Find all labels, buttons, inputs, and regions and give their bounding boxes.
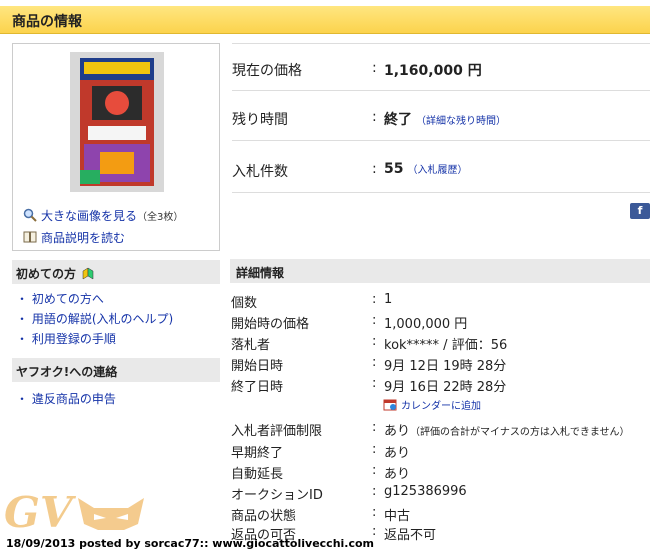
watermark-caption: 18/09/2013 posted by sorcac77:: www.gioc… (6, 537, 375, 550)
detail-label: 自動延長 (231, 467, 284, 482)
add-to-calendar-link[interactable]: カレンダーに追加 (383, 397, 481, 414)
bid-history-link[interactable]: （入札履歴） (407, 165, 467, 176)
time-label: 残り時間 (232, 112, 288, 128)
details-section-head: 詳細情報 (230, 259, 650, 283)
description-label: 商品説明を読む (41, 231, 126, 245)
time-value: 終了 (384, 112, 412, 128)
bids-label: 入札件数 (232, 164, 288, 180)
detail-value: g125386996 (384, 484, 467, 499)
beginner-section-head: 初めての方 (12, 260, 220, 284)
detail-value: 1 (384, 292, 393, 307)
price-label: 現在の価格 (232, 63, 302, 79)
detail-label: オークションID (231, 488, 323, 503)
section-header-bar: 商品の情報 (0, 6, 650, 34)
sidebar-item-label: 利用登録の手順 (31, 332, 116, 346)
price-value: 1,160,000 円 (384, 63, 482, 79)
read-description-link[interactable]: 商品説明を読む (23, 229, 125, 246)
sidebar-item-registration[interactable]: ・ 利用登録の手順 (16, 330, 116, 347)
current-price-row: 現在の価格 : 1,160,000 円 (232, 43, 650, 91)
detail-value: 中古 (384, 509, 411, 524)
contact-section-head: ヤフオク!への連絡 (12, 358, 220, 382)
sidebar-item-label: 初めての方へ (31, 292, 104, 306)
section-title: 商品の情報 (12, 14, 82, 30)
time-left-row: 残り時間 : 終了 （詳細な残り時間） (232, 93, 650, 141)
detail-value: 1,000,000 円 (384, 317, 468, 332)
detail-value: 9月 12日 19時 28分 (384, 359, 507, 374)
detail-value: あり (384, 467, 411, 482)
book-icon (23, 231, 37, 246)
time-detail-link[interactable]: （詳細な残り時間） (416, 116, 506, 127)
detail-note: （評価の合計がマイナスの方は入札できません） (410, 427, 630, 438)
beginner-title: 初めての方 (16, 267, 77, 281)
detail-label: 入札者評価制限 (231, 424, 323, 439)
bid-count-row: 入札件数 : 55 （入札履歴） (232, 145, 650, 193)
calendar-label: カレンダーに追加 (401, 401, 481, 412)
detail-label: 開始日時 (231, 359, 284, 374)
sidebar-item-label: 用語の解説(入札のヘルプ) (31, 312, 174, 326)
product-image[interactable] (70, 52, 164, 192)
detail-label: 個数 (231, 296, 258, 311)
detail-label: 落札者 (231, 338, 271, 353)
sidebar-item-report-violation[interactable]: ・ 違反商品の申告 (16, 390, 116, 407)
detail-value: 返品不可 (384, 528, 437, 543)
detail-value: 9月 16日 22時 28分 (384, 380, 507, 395)
sidebar-item-glossary[interactable]: ・ 用語の解説(入札のヘルプ) (16, 310, 173, 327)
calendar-icon (383, 398, 397, 414)
detail-value: あり（評価の合計がマイナスの方は入札できません） (384, 424, 630, 439)
facebook-share-icon[interactable]: f (630, 203, 650, 219)
details-title: 詳細情報 (236, 266, 285, 280)
contact-title: ヤフオク!への連絡 (16, 365, 118, 379)
detail-value: あり (384, 446, 411, 461)
image-count: （全3枚） (137, 212, 184, 223)
detail-value: kok***** / 評価：56 (384, 338, 508, 353)
detail-label: 開始時の価格 (231, 317, 310, 332)
detail-label: 商品の状態 (231, 509, 297, 524)
gv-logo: GV (4, 488, 73, 537)
sidebar-item-label: 違反商品の申告 (31, 392, 116, 406)
detail-label: 早期終了 (231, 446, 284, 461)
detail-label: 終了日時 (231, 380, 284, 395)
sidebar-item-beginner-guide[interactable]: ・ 初めての方へ (16, 290, 104, 307)
beginner-leaf-icon (82, 266, 94, 283)
magnifier-icon (23, 208, 37, 225)
enlarge-image-link[interactable]: 大きな画像を見る（全3枚） (23, 207, 183, 225)
enlarge-label: 大きな画像を見る (41, 209, 138, 223)
bids-value: 55 (384, 161, 404, 177)
product-image-panel: 大きな画像を見る（全3枚） 商品説明を読む (12, 43, 220, 251)
mascot-logo-icon (78, 498, 144, 530)
